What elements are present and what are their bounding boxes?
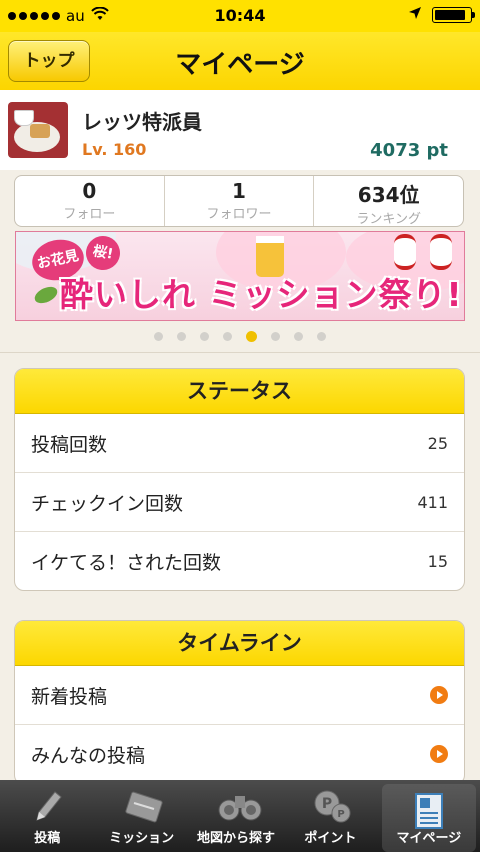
stat-label: フォロー — [63, 207, 116, 222]
binoculars-icon — [216, 788, 262, 824]
page-title: マイページ — [175, 50, 305, 80]
chevron-right-icon — [430, 745, 448, 763]
status-row-value: 15 — [427, 552, 448, 571]
location-arrow-icon — [408, 6, 422, 24]
avatar[interactable] — [8, 102, 68, 158]
tab-mission[interactable]: ミッション — [94, 780, 188, 852]
tab-label: ポイント — [304, 831, 357, 846]
promo-banner[interactable]: お花見 桜! 酔いしれ ミッション祭り! — [15, 231, 465, 321]
timeline-row-label: 新着投稿 — [31, 686, 108, 708]
points-coin-icon: PP — [310, 788, 351, 824]
tab-bar: 投稿 ミッション 地図から探す PP ポイント マイページ — [0, 780, 480, 852]
lantern-icon — [394, 234, 416, 270]
status-row: イケてる！された回数 15 — [15, 532, 464, 590]
battery-icon — [432, 7, 475, 23]
stat-value: 634位 — [357, 183, 420, 207]
tab-label: マイページ — [396, 831, 462, 846]
stat-value: 0 — [82, 179, 97, 203]
status-row: 投稿回数 25 — [15, 414, 464, 473]
battery-fill — [435, 10, 465, 20]
profile-header: レッツ特派員 Lv. 160 4073 pt — [0, 90, 480, 170]
stat-followers[interactable]: 1 フォロワー — [165, 176, 315, 226]
tab-post[interactable]: 投稿 — [0, 780, 94, 852]
timeline-row-new-posts[interactable]: 新着投稿 — [15, 666, 464, 725]
timeline-row-label: みんなの投稿 — [31, 745, 146, 767]
status-bar: au 10:44 — [0, 0, 480, 32]
divider — [0, 352, 480, 353]
page-dot[interactable] — [154, 332, 163, 341]
timeline-row-all-posts[interactable]: みんなの投稿 — [15, 725, 464, 783]
page-dot[interactable] — [200, 332, 209, 341]
page-dot-active[interactable] — [246, 331, 257, 342]
stat-ranking[interactable]: 634位 ランキング — [314, 176, 463, 226]
timeline-card: タイムライン 新着投稿 みんなの投稿 — [14, 620, 465, 785]
banner-title: 酔いしれ ミッション祭り! — [60, 275, 463, 314]
page-dot[interactable] — [177, 332, 186, 341]
mission-icon — [122, 788, 163, 824]
tab-label: 地図から探す — [197, 831, 276, 846]
status-row-value: 25 — [427, 434, 448, 453]
tab-label: 投稿 — [34, 831, 61, 846]
tab-mypage[interactable]: マイページ — [381, 784, 477, 852]
page-dot[interactable] — [271, 332, 280, 341]
page-dot[interactable] — [294, 332, 303, 341]
user-name: レッツ特派員 — [82, 110, 202, 134]
stat-label: フォロワー — [206, 207, 272, 222]
tab-map-search[interactable]: 地図から探す — [189, 780, 283, 852]
status-card-title: ステータス — [15, 369, 464, 414]
leaf-icon — [32, 283, 60, 307]
lantern-icon — [430, 234, 452, 270]
status-row-value: 411 — [417, 493, 448, 512]
page-indicator[interactable] — [0, 331, 480, 342]
status-row-label: チェックイン回数 — [31, 493, 184, 515]
svg-text:P: P — [322, 796, 332, 812]
chevron-right-icon — [430, 686, 448, 704]
user-level: Lv. 160 — [82, 140, 147, 159]
stat-value: 1 — [232, 179, 246, 203]
tab-points[interactable]: PP ポイント — [283, 780, 377, 852]
stat-follow[interactable]: 0 フォロー — [15, 176, 165, 226]
navigation-bar: トップ マイページ — [0, 32, 480, 91]
tab-label: ミッション — [109, 831, 175, 846]
svg-text:P: P — [338, 809, 345, 820]
status-card: ステータス 投稿回数 25 チェックイン回数 411 イケてる！された回数 15 — [14, 368, 465, 591]
timeline-card-title: タイムライン — [15, 621, 464, 666]
status-row-label: イケてる！された回数 — [31, 552, 222, 574]
status-row-label: 投稿回数 — [31, 434, 108, 456]
mypage-profile-icon — [409, 792, 449, 829]
status-row: チェックイン回数 411 — [15, 473, 464, 532]
user-points: 4073 pt — [370, 140, 448, 161]
stat-label: ランキング — [356, 212, 421, 227]
page-dot[interactable] — [317, 332, 326, 341]
pencil-icon — [27, 788, 67, 824]
page-dot[interactable] — [223, 332, 232, 341]
stats-bar: 0 フォロー 1 フォロワー 634位 ランキング — [14, 175, 464, 227]
